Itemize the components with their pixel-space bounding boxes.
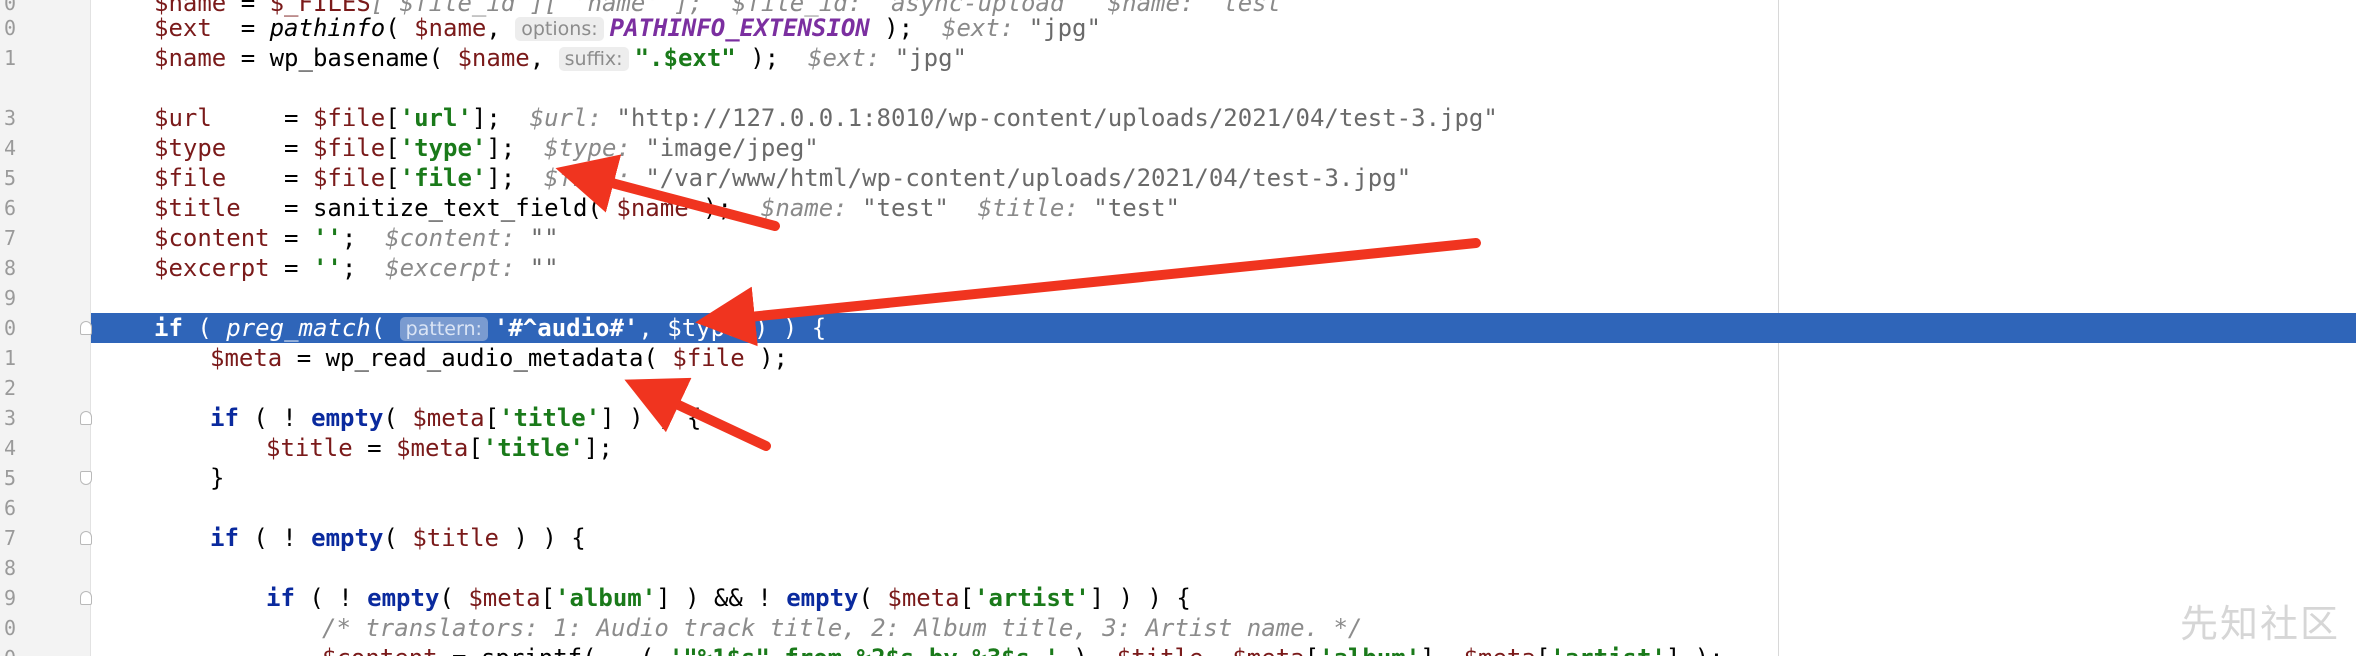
code-line[interactable]: $url = $file['url']; $url: "http://127.0…	[90, 103, 2356, 133]
line-number: 3	[3, 106, 16, 130]
line-number: 7	[3, 526, 16, 550]
code-line[interactable]: $content = sprintf( __( '"%1$s" from %2$…	[90, 643, 2356, 656]
fold-toggle-icon[interactable]	[80, 411, 92, 425]
parameter-hint: suffix:	[558, 47, 629, 71]
code-line[interactable]: $ext = pathinfo( $name, options: PATHINFO…	[90, 13, 2356, 43]
code-line[interactable]: $title = sanitize_text_field( $name ); $…	[90, 193, 2356, 223]
code-line[interactable]: $name = wp_basename( $name, suffix: ".$ex…	[90, 43, 2356, 73]
line-number: 9	[3, 286, 16, 310]
line-number: 0	[3, 316, 16, 340]
line-number: 0	[3, 616, 16, 640]
code-line[interactable]: }	[90, 463, 2356, 493]
line-number: 5	[3, 466, 16, 490]
code-editor[interactable]: 0 0 1 3 4 5 6 7 8 9 0 1 2 3 4 5 6 7 8 9 …	[0, 0, 2356, 656]
watermark: 先知社区	[2179, 602, 2340, 646]
line-number: 1	[3, 346, 16, 370]
line-number: 1	[3, 46, 16, 70]
code-line[interactable]: /* translators: 1: Audio track title, 2:…	[90, 613, 2356, 643]
line-number: 3	[3, 406, 16, 430]
code-line[interactable]: $meta = wp_read_audio_metadata( $file );	[90, 343, 2356, 373]
parameter-hint: options:	[515, 17, 604, 41]
code-line[interactable]: $title = $meta['title'];	[90, 433, 2356, 463]
line-number: 8	[3, 556, 16, 580]
line-number: 4	[3, 136, 16, 160]
line-number: 8	[3, 256, 16, 280]
code-line[interactable]: if ( ! empty( $meta['album'] ) && ! empt…	[90, 583, 2356, 613]
code-line[interactable]: $content = ''; $content: ""	[90, 223, 2356, 253]
fold-toggle-icon[interactable]	[80, 531, 92, 545]
line-number: 2	[3, 376, 16, 400]
fold-toggle-icon[interactable]	[80, 321, 92, 335]
fold-toggle-icon[interactable]	[80, 591, 92, 605]
line-number: 0	[3, 16, 16, 40]
line-number: 6	[3, 496, 16, 520]
line-number: 6	[3, 196, 16, 220]
parameter-hint: pattern:	[399, 317, 488, 341]
code-line[interactable]: $excerpt = ''; $excerpt: ""	[90, 253, 2356, 283]
line-number: 0	[0, 643, 16, 656]
code-line[interactable]: $file = $file['file']; $file: "/var/www/…	[90, 163, 2356, 193]
line-number-gutter: 0 0 1 3 4 5 6 7 8 9 0 1 2 3 4 5 6 7 8 9 …	[0, 0, 92, 656]
line-number: 9	[3, 586, 16, 610]
line-number: 7	[3, 226, 16, 250]
line-number: 5	[3, 166, 16, 190]
code-line[interactable]: if ( ! empty( $title ) ) {	[90, 523, 2356, 553]
code-line[interactable]: if ( ! empty( $meta['title'] ) ) {	[90, 403, 2356, 433]
fold-end-icon[interactable]	[80, 471, 92, 485]
line-number: 4	[3, 436, 16, 460]
code-line[interactable]: $type = $file['type']; $type: "image/jpe…	[90, 133, 2356, 163]
selected-code-line[interactable]: if ( preg_match( pattern: '#^audio#', $ty…	[90, 313, 2356, 343]
